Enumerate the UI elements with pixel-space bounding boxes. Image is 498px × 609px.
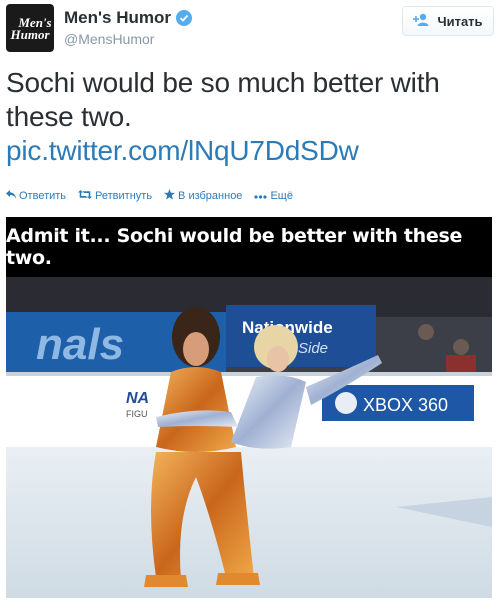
retweet-action[interactable]: Ретвитнуть — [78, 189, 152, 203]
verified-badge-icon — [176, 10, 192, 26]
reply-action[interactable]: Ответить — [6, 189, 66, 203]
sign-nals-text: nals — [36, 320, 124, 369]
more-action[interactable]: Ещё — [254, 189, 293, 203]
avatar-text-humor: Humor — [10, 26, 50, 42]
favorite-label: В избранное — [178, 190, 243, 202]
star-icon — [164, 189, 176, 203]
sign-figu-text: FIGU — [126, 409, 148, 419]
favorite-action[interactable]: В избранное — [164, 189, 242, 203]
skating-scene-image: nals Nationwide Side XBOX 360 NA FIGU — [6, 277, 492, 598]
retweet-label: Ретвитнуть — [95, 190, 153, 202]
sign-xbox-text: XBOX 360 — [363, 395, 448, 415]
follow-user-icon — [413, 13, 431, 30]
tweet-body: Sochi would be so much better with these… — [6, 67, 440, 132]
more-dots-icon — [254, 190, 268, 202]
follow-label: Читать — [437, 13, 483, 29]
author-name-row[interactable]: Men's Humor — [64, 8, 192, 28]
sign-side-text: Side — [298, 340, 328, 357]
media-caption: Admit it... Sochi would be better with t… — [6, 217, 492, 277]
tweet-header: Men's Humor Men's Humor @MensHumor Читат… — [6, 4, 494, 58]
sign-na-text: NA — [126, 390, 149, 407]
display-name[interactable]: Men's Humor — [64, 8, 171, 28]
reply-label: Ответить — [19, 190, 67, 202]
tweet-text: Sochi would be so much better with these… — [6, 66, 492, 168]
reply-icon — [6, 190, 16, 202]
follow-button[interactable]: Читать — [402, 6, 494, 36]
handle[interactable]: @MensHumor — [64, 31, 192, 47]
retweet-icon — [78, 190, 93, 202]
tweet-actions: Ответить Ретвитнуть В избранное Ещё — [6, 189, 293, 203]
more-label: Ещё — [270, 190, 293, 202]
media-link[interactable]: pic.twitter.com/lNqU7DdSDw — [6, 134, 492, 168]
tweet-media-photo[interactable]: Admit it... Sochi would be better with t… — [6, 217, 492, 598]
author-block: Men's Humor @MensHumor — [64, 8, 192, 47]
avatar[interactable]: Men's Humor — [6, 4, 54, 52]
